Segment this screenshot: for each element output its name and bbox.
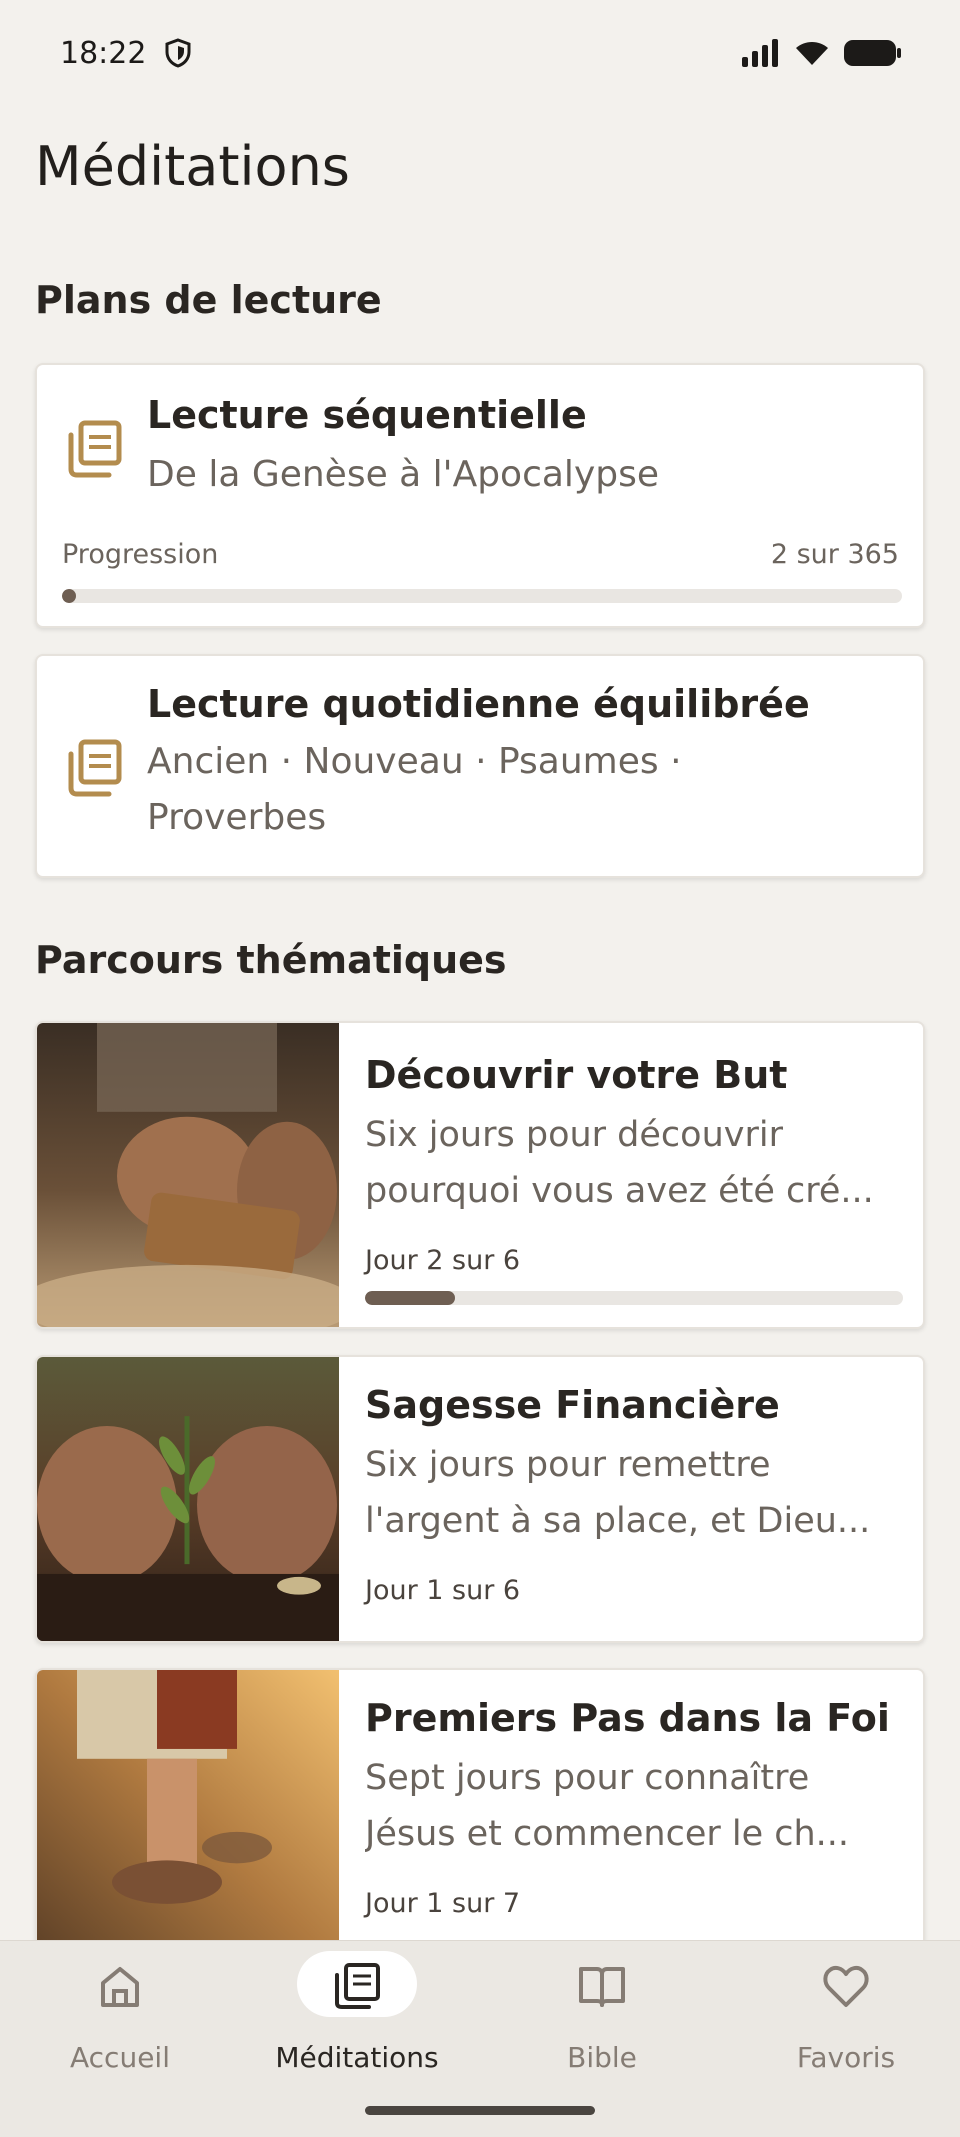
theme-title: Découvrir votre But [365,1053,788,1097]
nav-label: Favoris [796,2041,896,2074]
theme-day-count: Jour 1 sur 6 [365,1575,521,1606]
sandal-feet-image [37,1670,339,1966]
planting-hands-image [37,1357,339,1641]
book-stack-icon [68,420,122,478]
home-indicator[interactable] [365,2106,595,2115]
wifi-icon [796,42,828,65]
status-bar: 18:22 [0,0,960,106]
nav-item-accueil[interactable]: Accueil [0,1941,240,2091]
plan-subtitle-line1: Ancien · Nouveau · Psaumes · [147,741,682,782]
nav-label: Bible [567,2041,637,2074]
open-book-icon [579,1967,625,2007]
nav-item-favoris[interactable]: Favoris [726,1941,960,2091]
plan-subtitle: De la Genèse à l'Apocalypse [147,454,659,495]
heart-icon [823,1965,869,2007]
theme-description: Six jours pour découvrir pourquoi vous a… [365,1107,905,1219]
theme-day-count: Jour 2 sur 6 [365,1245,521,1276]
nav-label: Méditations [275,2041,439,2074]
book-stack-icon [335,1963,380,2009]
progress-count: 2 sur 365 [770,539,899,570]
home-icon [101,1967,139,2007]
reading-plans-heading: Plans de lecture [35,278,382,322]
theme-card-purpose[interactable]: Découvrir votre But Six jours pour décou… [35,1021,925,1329]
shield-icon [165,38,191,68]
carving-hands-image [37,1023,339,1327]
theme-progress-bar [365,1291,903,1305]
nav-item-meditations[interactable]: Méditations [237,1941,477,2091]
theme-description-line1: Six jours pour remettre [365,1445,771,1485]
theme-title: Sagesse Financière [365,1383,780,1427]
theme-card-faith[interactable]: Premiers Pas dans la Foi Sept jours pour… [35,1668,925,1968]
progress-bar [62,589,902,603]
theme-description-line1: Six jours pour découvrir [365,1115,783,1155]
plan-title: Lecture quotidienne équilibrée [147,682,810,726]
plan-card-balanced[interactable]: Lecture quotidienne équilibrée Ancien · … [35,654,925,878]
theme-description-line2: l'argent à sa place, et Dieu... [365,1501,871,1541]
book-stack-icon [68,739,122,797]
theme-title: Premiers Pas dans la Foi [365,1696,890,1740]
status-time: 18:22 [60,35,147,71]
theme-progress-fill [365,1291,455,1305]
progress-fill [62,589,76,603]
theme-description-line1: Sept jours pour connaître [365,1758,810,1798]
theme-day-count: Jour 1 sur 7 [365,1888,521,1919]
signal-icon [742,39,778,67]
theme-description-line2: Jésus et commencer le ch... [365,1814,850,1854]
theme-description: Six jours pour remettre l'argent à sa pl… [365,1437,905,1549]
nav-label: Accueil [70,2041,170,2074]
battery-icon [844,40,901,66]
thematic-heading: Parcours thématiques [35,938,507,982]
plan-title: Lecture séquentielle [147,393,587,437]
theme-description-line2: pourquoi vous avez été cré... [365,1171,874,1211]
progress-label: Progression [62,539,219,570]
nav-item-bible[interactable]: Bible [482,1941,722,2091]
plan-subtitle-line2: Proverbes [147,797,327,838]
page-title: Méditations [35,135,350,198]
plan-card-sequential[interactable]: Lecture séquentielle De la Genèse à l'Ap… [35,363,925,628]
theme-card-finance[interactable]: Sagesse Financière Six jours pour remett… [35,1355,925,1643]
theme-description: Sept jours pour connaître Jésus et comme… [365,1750,905,1862]
